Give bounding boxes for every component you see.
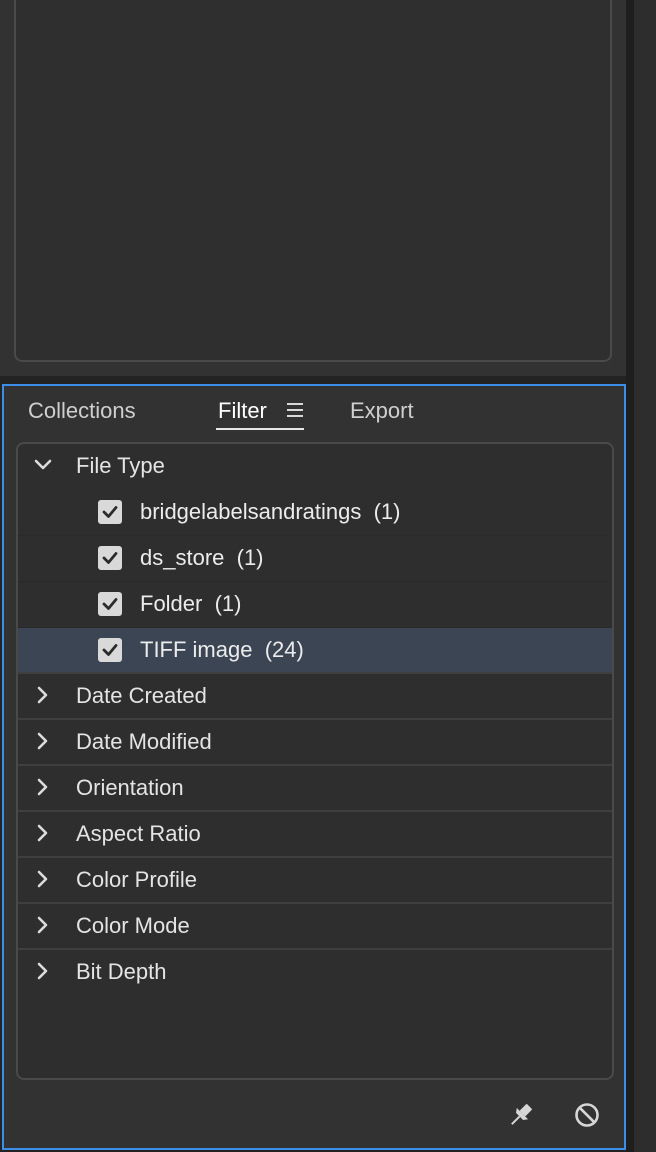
filter-item-folder[interactable]: Folder (1) xyxy=(18,582,612,628)
checkbox-checked[interactable] xyxy=(98,638,122,662)
filter-item-label: ds_store (1) xyxy=(140,545,264,570)
filter-category-aspect-ratio[interactable]: Aspect Ratio xyxy=(18,812,612,858)
filter-category-orientation[interactable]: Orientation xyxy=(18,766,612,812)
filter-item-label: TIFF image (24) xyxy=(140,637,304,662)
filter-category-label: Date Modified xyxy=(76,729,212,754)
chevron-right-icon xyxy=(37,824,48,842)
chevron-right-icon xyxy=(37,916,48,934)
filter-category-label: Color Mode xyxy=(76,913,190,938)
filter-list: File Type bridgelabelsandratings (1) ds_… xyxy=(16,442,614,1080)
active-tab-indicator xyxy=(216,428,304,430)
filter-category-color-mode[interactable]: Color Mode xyxy=(18,904,612,950)
chevron-right-icon xyxy=(37,962,48,980)
chevron-right-icon xyxy=(37,732,48,750)
chevron-right-icon xyxy=(37,870,48,888)
chevron-down-icon xyxy=(34,459,52,470)
filter-category-label: Date Created xyxy=(76,683,207,708)
filter-category-bit-depth[interactable]: Bit Depth xyxy=(18,950,612,996)
bridge-panels: Collections Filter Export File Type brid… xyxy=(0,0,656,1152)
filter-category-label: Color Profile xyxy=(76,867,198,892)
pin-icon[interactable] xyxy=(506,1100,536,1130)
checkmark-icon xyxy=(102,644,118,656)
filter-item-bridgelabelsandratings[interactable]: bridgelabelsandratings (1) xyxy=(18,490,612,536)
checkmark-icon xyxy=(102,552,118,564)
tab-collections[interactable]: Collections xyxy=(28,396,136,430)
filter-category-file-type[interactable]: File Type xyxy=(18,444,612,490)
panel-menu-icon[interactable] xyxy=(287,403,303,417)
checkbox-checked[interactable] xyxy=(98,500,122,524)
checkmark-icon xyxy=(102,506,118,518)
filter-category-label: Bit Depth xyxy=(76,959,167,984)
panel-divider[interactable] xyxy=(626,0,634,1152)
filter-category-date-created[interactable]: Date Created xyxy=(18,674,612,720)
checkmark-icon xyxy=(102,598,118,610)
tab-filter[interactable]: Filter xyxy=(218,396,267,430)
chevron-right-icon xyxy=(37,686,48,704)
filter-item-ds-store[interactable]: ds_store (1) xyxy=(18,536,612,582)
filter-category-color-profile[interactable]: Color Profile xyxy=(18,858,612,904)
clear-filter-icon[interactable] xyxy=(572,1100,602,1130)
adjacent-panel-edge xyxy=(634,0,656,1152)
content-panel xyxy=(0,0,626,376)
filter-item-tiff-image[interactable]: TIFF image (24) xyxy=(18,628,612,674)
filter-category-label: File Type xyxy=(76,453,165,478)
content-panel-area xyxy=(14,0,612,362)
checkbox-checked[interactable] xyxy=(98,592,122,616)
filter-category-date-modified[interactable]: Date Modified xyxy=(18,720,612,766)
filter-item-label: bridgelabelsandratings (1) xyxy=(140,499,401,524)
filter-category-label: Orientation xyxy=(76,775,184,800)
tab-export[interactable]: Export xyxy=(350,396,414,430)
panel-tabs: Collections Filter Export xyxy=(4,386,624,438)
filter-item-label: Folder (1) xyxy=(140,591,242,616)
checkbox-checked[interactable] xyxy=(98,546,122,570)
filter-panel: Collections Filter Export File Type brid… xyxy=(2,384,626,1150)
filter-category-label: Aspect Ratio xyxy=(76,821,201,846)
chevron-right-icon xyxy=(37,778,48,796)
